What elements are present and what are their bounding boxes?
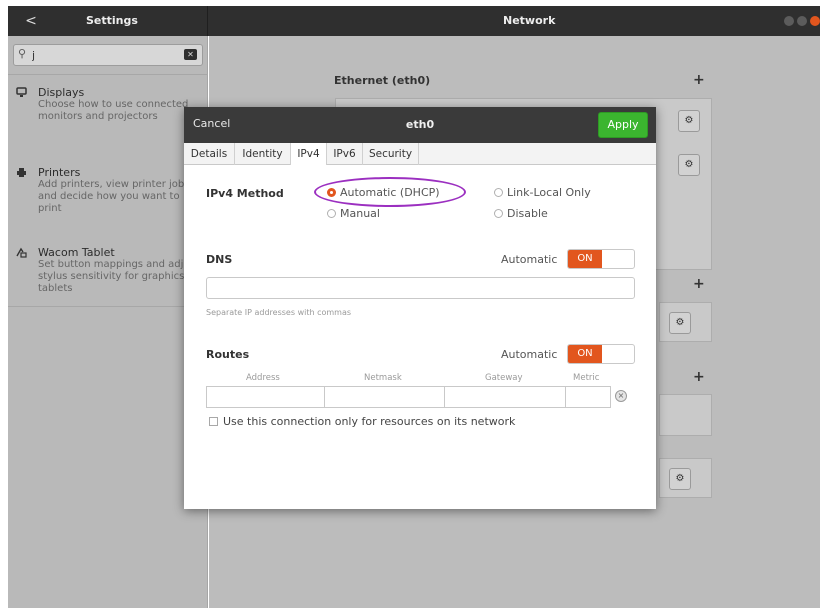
header-separator: [207, 6, 208, 36]
connection-settings-button[interactable]: ⚙: [678, 110, 700, 132]
column-header-gateway: Gateway: [485, 373, 523, 383]
toggle-on-label: ON: [568, 250, 602, 268]
sidebar-item-title: Wacom Tablet: [38, 246, 115, 259]
radio-label: Disable: [507, 207, 548, 220]
route-netmask-input[interactable]: [324, 386, 445, 408]
highlight-annotation: [314, 177, 466, 207]
connection-settings-button[interactable]: ⚙: [678, 154, 700, 176]
wacom-tablet-icon: [16, 247, 27, 261]
tab-details[interactable]: Details: [184, 143, 235, 165]
close-button[interactable]: [810, 16, 820, 26]
toggle-on-label: ON: [568, 345, 602, 363]
printer-icon: [16, 167, 27, 181]
tab-bar: Details Identity IPv4 IPv6 Security: [184, 143, 656, 165]
dns-hint: Separate IP addresses with commas: [206, 308, 352, 317]
vpn-settings-button[interactable]: ⚙: [669, 312, 691, 334]
route-address-input[interactable]: [206, 386, 325, 408]
sidebar-separator: [8, 306, 208, 307]
radio-manual[interactable]: Manual: [327, 207, 380, 220]
tab-security[interactable]: Security: [363, 143, 419, 165]
column-header-metric: Metric: [573, 373, 600, 383]
radio-dot: [494, 188, 503, 197]
network-title: Network: [503, 14, 556, 27]
radio-label: Link-Local Only: [507, 186, 591, 199]
search-box[interactable]: ⚲ ✕: [13, 44, 203, 66]
only-resources-label: Use this connection only for resources o…: [223, 415, 516, 428]
proxy-card: [659, 394, 712, 436]
search-input[interactable]: [32, 47, 172, 63]
connection-dialog: Cancel eth0 Apply Details Identity IPv4 …: [184, 107, 656, 509]
settings-title: Settings: [86, 14, 138, 27]
sidebar-item-title: Printers: [38, 166, 81, 179]
dialog-title: eth0: [405, 118, 435, 131]
dns-automatic-label: Automatic: [501, 253, 558, 266]
ethernet-section-title: Ethernet (eth0): [334, 74, 431, 87]
add-button[interactable]: +: [693, 369, 705, 385]
only-resources-checkbox[interactable]: [209, 417, 218, 426]
radio-disable[interactable]: Disable: [494, 207, 548, 220]
add-connection-button[interactable]: +: [693, 72, 705, 88]
header-bar: < Settings Network: [8, 6, 820, 36]
dns-input[interactable]: [206, 277, 635, 299]
apply-button[interactable]: Apply: [598, 112, 648, 138]
sidebar-item-title: Displays: [38, 86, 85, 99]
ipv4-method-label: IPv4 Method: [206, 187, 284, 200]
radio-dot: [494, 209, 503, 218]
radio-label: Manual: [340, 207, 380, 220]
column-header-address: Address: [246, 373, 280, 383]
routes-automatic-label: Automatic: [501, 348, 558, 361]
sidebar-item-description: Add printers, view printer jobs and deci…: [38, 179, 190, 214]
tab-identity[interactable]: Identity: [235, 143, 291, 165]
route-gateway-input[interactable]: [444, 386, 566, 408]
delete-route-icon[interactable]: ×: [615, 390, 627, 402]
sidebar-item-description: Choose how to use connected monitors and…: [38, 99, 189, 122]
minimize-button[interactable]: [784, 16, 794, 26]
back-button[interactable]: <: [18, 11, 44, 31]
column-header-netmask: Netmask: [364, 373, 402, 383]
routes-label: Routes: [206, 348, 250, 361]
tab-ipv6[interactable]: IPv6: [327, 143, 363, 165]
network-proxy-settings-button[interactable]: ⚙: [669, 468, 691, 490]
dialog-header: Cancel eth0 Apply: [184, 107, 656, 143]
only-resources-checkbox-row[interactable]: Use this connection only for resources o…: [209, 415, 515, 428]
clear-search-icon[interactable]: ✕: [184, 49, 197, 60]
sidebar-separator: [8, 74, 208, 75]
radio-dot: [327, 209, 336, 218]
sidebar: ⚲ ✕ Displays Choose how to use connected…: [8, 36, 208, 608]
tab-ipv4[interactable]: IPv4: [291, 143, 327, 165]
maximize-button[interactable]: [797, 16, 807, 26]
add-button[interactable]: +: [693, 276, 705, 292]
dns-label: DNS: [206, 253, 233, 266]
display-icon: [16, 87, 27, 101]
radio-link-local-only[interactable]: Link-Local Only: [494, 186, 591, 199]
search-icon: ⚲: [18, 47, 27, 60]
routes-automatic-toggle[interactable]: ON: [567, 344, 635, 364]
sidebar-item-description: Set button mappings and adjust stylus se…: [38, 259, 199, 294]
dns-automatic-toggle[interactable]: ON: [567, 249, 635, 269]
route-metric-input[interactable]: [565, 386, 611, 408]
